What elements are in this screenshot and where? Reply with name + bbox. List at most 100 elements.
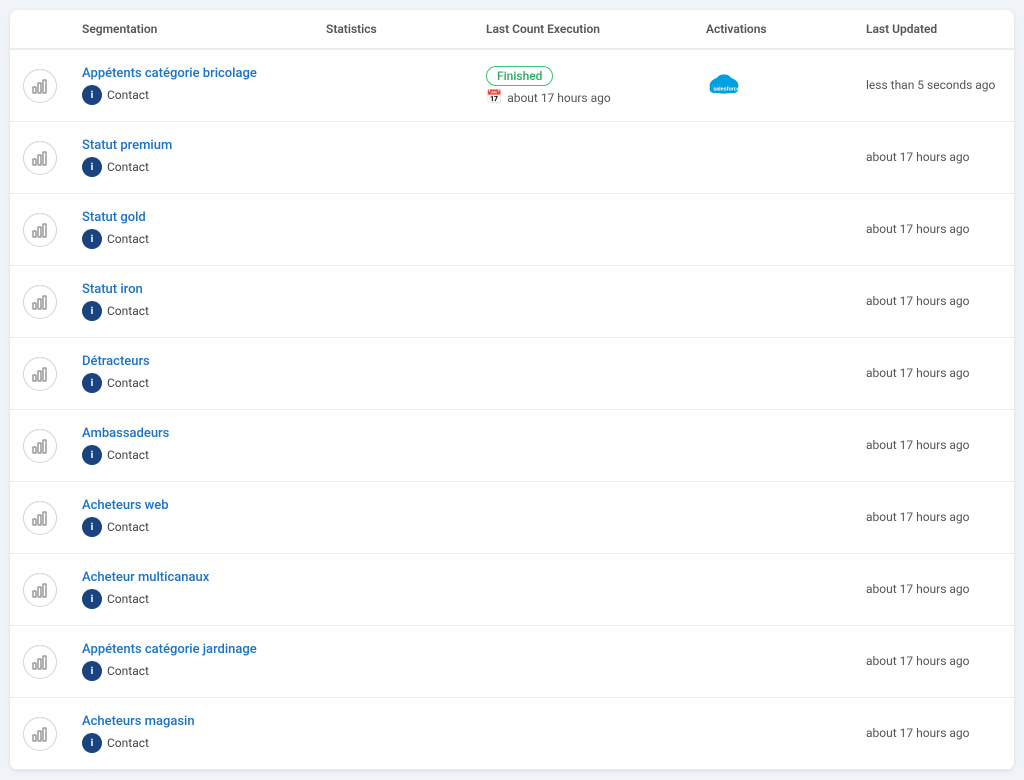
segmentation-link[interactable]: Ambassadeurs [82,426,302,441]
seg-type: i Contact [82,373,302,393]
row-chart-icon-cell [10,429,70,463]
last-updated-text: about 17 hours ago [866,150,970,164]
segmentation-cell: Ambassadeurs i Contact [70,426,314,465]
segmentation-cell: Détracteurs i Contact [70,354,314,393]
type-label: Contact [107,88,149,102]
row-chart-icon-cell [10,645,70,679]
row-chart-icon-cell [10,141,70,175]
table-row: Acheteur multicanaux i Contact about 17 … [10,554,1014,626]
chart-icon[interactable] [23,69,57,103]
row-chart-icon-cell [10,357,70,391]
type-icon: i [82,229,102,249]
table-row: Appétents catégorie bricolage i Contact … [10,50,1014,122]
row-chart-icon-cell [10,573,70,607]
table-row: Détracteurs i Contact about 17 hours ago [10,338,1014,410]
chart-icon[interactable] [23,429,57,463]
seg-type: i Contact [82,661,302,681]
type-label: Contact [107,664,149,678]
segmentation-cell: Appétents catégorie jardinage i Contact [70,642,314,681]
last-updated-cell: about 17 hours ago [854,365,1014,382]
segmentation-cell: Statut premium i Contact [70,138,314,177]
seg-type: i Contact [82,589,302,609]
segmentation-link[interactable]: Statut iron [82,282,302,297]
chart-icon[interactable] [23,213,57,247]
segmentation-link[interactable]: Acheteurs magasin [82,714,302,729]
last-updated-cell: less than 5 seconds ago [854,77,1014,94]
type-icon: i [82,661,102,681]
seg-type: i Contact [82,733,302,753]
segmentation-cell: Acheteur multicanaux i Contact [70,570,314,609]
last-updated-cell: about 17 hours ago [854,221,1014,238]
salesforce-icon: salesforce [706,66,742,102]
last-updated-text: about 17 hours ago [866,222,970,236]
row-chart-icon-cell [10,69,70,103]
count-time-label: about 17 hours ago [507,91,611,105]
segmentation-link[interactable]: Acheteur multicanaux [82,570,302,585]
chart-icon[interactable] [23,717,57,751]
table-row: Appétents catégorie jardinage i Contact … [10,626,1014,698]
chart-icon[interactable] [23,141,57,175]
seg-type: i Contact [82,157,302,177]
segmentation-link[interactable]: Statut premium [82,138,302,153]
type-label: Contact [107,736,149,750]
segmentation-table: Segmentation Statistics Last Count Execu… [10,10,1014,770]
row-chart-icon-cell [10,501,70,535]
activations-cell: salesforce [694,66,854,106]
type-label: Contact [107,376,149,390]
status-badge: Finished [486,66,553,86]
calendar-icon: 📅 [486,90,502,105]
type-icon: i [82,445,102,465]
last-count-cell: Finished 📅 about 17 hours ago [474,66,694,105]
segmentation-link[interactable]: Acheteurs web [82,498,302,513]
segmentation-cell: Statut iron i Contact [70,282,314,321]
svg-text:salesforce: salesforce [713,86,740,92]
table-row: Acheteurs web i Contact about 17 hours a… [10,482,1014,554]
segmentation-cell: Statut gold i Contact [70,210,314,249]
last-updated-text: about 17 hours ago [866,438,970,452]
chart-icon[interactable] [23,645,57,679]
table-row: Ambassadeurs i Contact about 17 hours ag… [10,410,1014,482]
type-label: Contact [107,304,149,318]
type-label: Contact [107,232,149,246]
col-last-updated: Last Updated [854,22,1014,36]
last-updated-cell: about 17 hours ago [854,509,1014,526]
col-segmentation: Segmentation [70,22,314,36]
table-row: Statut gold i Contact about 17 hours ago [10,194,1014,266]
chart-icon[interactable] [23,285,57,319]
last-updated-cell: about 17 hours ago [854,437,1014,454]
segmentation-link[interactable]: Statut gold [82,210,302,225]
seg-type: i Contact [82,301,302,321]
type-icon: i [82,373,102,393]
type-icon: i [82,589,102,609]
chart-icon[interactable] [23,357,57,391]
last-updated-text: about 17 hours ago [866,366,970,380]
type-label: Contact [107,520,149,534]
seg-type: i Contact [82,517,302,537]
last-updated-text: less than 5 seconds ago [866,78,995,92]
last-updated-cell: about 17 hours ago [854,293,1014,310]
last-updated-text: about 17 hours ago [866,294,970,308]
type-icon: i [82,517,102,537]
type-label: Contact [107,448,149,462]
segmentation-cell: Acheteurs web i Contact [70,498,314,537]
table-body: Appétents catégorie bricolage i Contact … [10,50,1014,770]
type-label: Contact [107,160,149,174]
segmentation-cell: Appétents catégorie bricolage i Contact [70,66,314,105]
row-chart-icon-cell [10,717,70,751]
last-updated-cell: about 17 hours ago [854,149,1014,166]
col-activations: Activations [694,22,854,36]
last-updated-cell: about 17 hours ago [854,581,1014,598]
chart-icon[interactable] [23,501,57,535]
type-icon: i [82,85,102,105]
segmentation-link[interactable]: Détracteurs [82,354,302,369]
col-icon [10,22,70,36]
type-icon: i [82,157,102,177]
last-updated-text: about 17 hours ago [866,654,970,668]
count-time: 📅 about 17 hours ago [486,90,682,105]
segmentation-link[interactable]: Appétents catégorie bricolage [82,66,302,81]
seg-type: i Contact [82,229,302,249]
chart-icon[interactable] [23,573,57,607]
seg-type: i Contact [82,85,302,105]
row-chart-icon-cell [10,285,70,319]
last-updated-cell: about 17 hours ago [854,725,1014,742]
